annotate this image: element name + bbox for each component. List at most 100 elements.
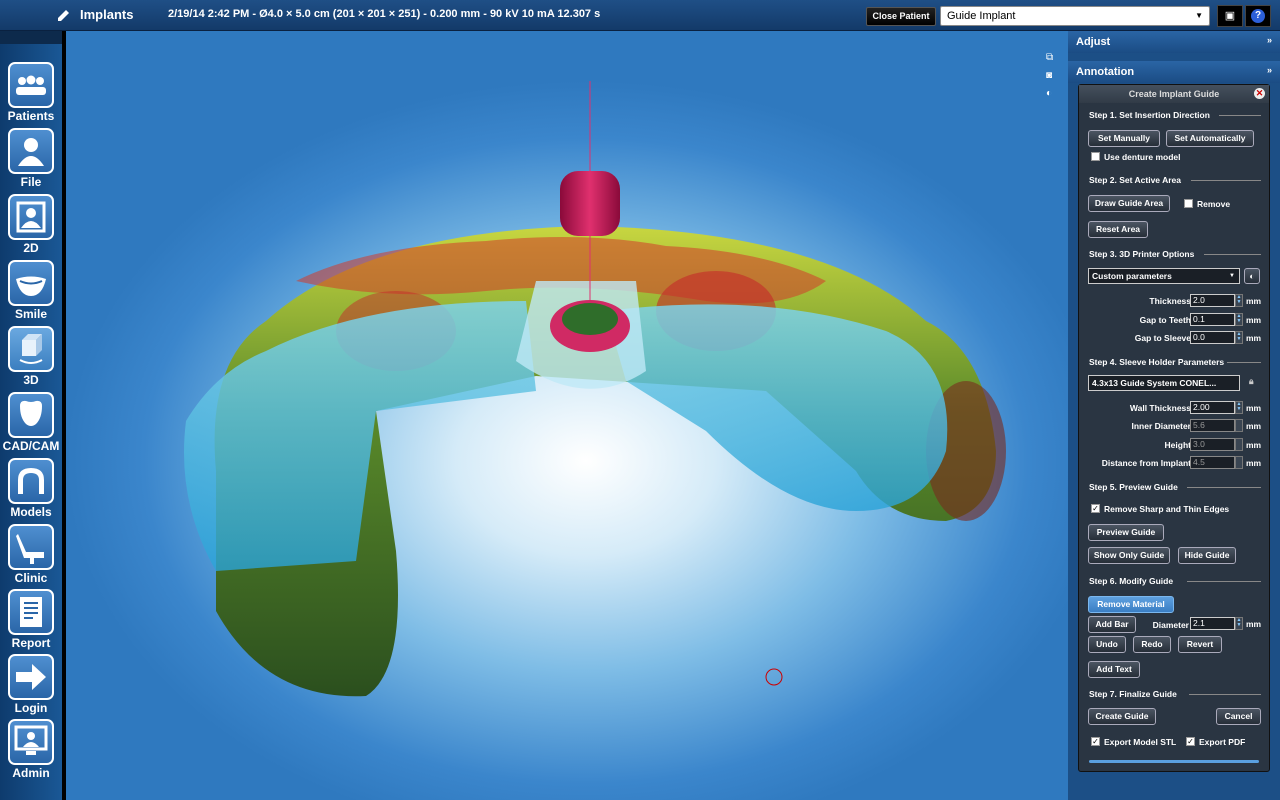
diameter-input[interactable]: 2.1 <box>1190 617 1235 630</box>
remove-area-checkbox[interactable] <box>1184 199 1193 208</box>
sidebar-item-clinic[interactable]: Clinic <box>0 524 62 588</box>
distance-stepper[interactable] <box>1235 456 1243 469</box>
sidebar-item-label: Patients <box>7 109 55 123</box>
printer-visibility-button[interactable]: ◐ <box>1244 268 1260 284</box>
add-text-button[interactable]: Add Text <box>1088 661 1140 678</box>
sidebar-item-label: CAD/CAM <box>2 439 60 453</box>
mode-select[interactable]: Guide Implant ▼ <box>940 6 1210 26</box>
thickness-input[interactable]: 2.0 <box>1190 294 1235 307</box>
add-bar-button[interactable]: Add Bar <box>1088 616 1136 633</box>
gap-teeth-input[interactable]: 0.1 <box>1190 313 1235 326</box>
close-icon[interactable]: ✕ <box>1254 88 1265 99</box>
use-denture-checkbox[interactable] <box>1091 152 1100 161</box>
preview-guide-button[interactable]: Preview Guide <box>1088 524 1164 541</box>
sidebar-item-file[interactable]: File <box>0 128 62 192</box>
adjust-header[interactable]: Adjust » <box>1068 31 1280 53</box>
sidebar-item-smile[interactable]: Smile <box>0 260 62 324</box>
cube-icon <box>8 326 54 372</box>
remove-material-button[interactable]: Remove Material <box>1088 596 1174 613</box>
inner-diameter-stepper[interactable] <box>1235 419 1243 432</box>
height-input[interactable]: 3.0 <box>1190 438 1235 451</box>
unit-label: mm <box>1246 403 1262 413</box>
divider <box>1227 362 1261 363</box>
gap-teeth-stepper[interactable]: ▲ ▼ <box>1235 313 1243 326</box>
sidebar-item-admin[interactable]: Admin <box>0 719 62 783</box>
set-manually-button[interactable]: Set Manually <box>1088 130 1160 147</box>
dental-model-render <box>184 81 1006 697</box>
create-implant-guide-dialog: Create Implant Guide ✕ Step 1. Set Inser… <box>1078 84 1270 772</box>
height-stepper[interactable] <box>1235 438 1243 451</box>
screenshot-button[interactable]: ▣ <box>1217 5 1243 27</box>
close-patient-button[interactable]: Close Patient <box>866 7 936 26</box>
sidebar-item-label: Clinic <box>14 571 48 585</box>
remove-label: Remove <box>1197 199 1231 209</box>
visibility-icon[interactable]: ◐ <box>1046 88 1060 100</box>
wall-thickness-input[interactable]: 2.00 <box>1190 401 1235 414</box>
export-stl-label: Export Model STL <box>1104 737 1177 747</box>
mode-select-value: Guide Implant <box>947 10 1016 22</box>
divider <box>1219 115 1261 116</box>
diameter-label: Diameter <box>1152 620 1189 630</box>
cursor-target <box>765 668 783 686</box>
sidebar-item-report[interactable]: Report <box>0 589 62 653</box>
gap-sleeve-input[interactable]: 0.0 <box>1190 331 1235 344</box>
step6-title: Step 6. Modify Guide <box>1089 576 1174 586</box>
unit-label: mm <box>1246 421 1262 431</box>
sidebar-item-label: Report <box>11 636 51 650</box>
person-icon <box>8 128 54 174</box>
step3-title: Step 3. 3D Printer Options <box>1089 249 1195 259</box>
undo-button[interactable]: Undo <box>1088 636 1126 653</box>
annotation-header[interactable]: Annotation » <box>1068 61 1280 83</box>
show-only-guide-button[interactable]: Show Only Guide <box>1088 547 1170 564</box>
sleeve-system-select[interactable]: 4.3x13 Guide System CONEL... <box>1088 375 1240 391</box>
use-denture-label: Use denture model <box>1104 152 1181 162</box>
draw-guide-area-button[interactable]: Draw Guide Area <box>1088 195 1170 212</box>
sidebar-item-cadcam[interactable]: CAD/CAM <box>0 392 62 456</box>
unit-label: mm <box>1246 619 1262 629</box>
thickness-label: Thickness <box>1149 296 1191 306</box>
pencil-icon <box>58 10 69 21</box>
sidebar-item-3d[interactable]: 3D <box>0 326 62 390</box>
height-label: Height <box>1164 440 1191 450</box>
step2-title: Step 2. Set Active Area <box>1089 175 1181 185</box>
dialog-title: Create Implant Guide <box>1079 85 1269 103</box>
cancel-button[interactable]: Cancel <box>1216 708 1261 725</box>
unit-label: mm <box>1246 333 1262 343</box>
app-title: Implants <box>80 7 134 22</box>
reset-area-button[interactable]: Reset Area <box>1088 221 1148 238</box>
tooth-icon <box>8 392 54 438</box>
restore-icon[interactable]: ⧉ <box>1046 52 1060 64</box>
printer-preset-select[interactable]: Custom parameters ▼ <box>1088 268 1240 284</box>
3d-viewport[interactable] <box>66 31 1068 800</box>
divider <box>1191 180 1261 181</box>
export-stl-checkbox[interactable]: ✓ <box>1091 737 1100 746</box>
revert-button[interactable]: Revert <box>1178 636 1222 653</box>
remove-sharp-checkbox[interactable]: ✓ <box>1091 504 1100 513</box>
thickness-stepper[interactable]: ▲ ▼ <box>1235 294 1243 307</box>
help-button[interactable]: ? <box>1245 5 1271 27</box>
sidebar-item-models[interactable]: Models <box>0 458 62 522</box>
sidebar-item-label: Models <box>10 505 52 519</box>
distance-input[interactable]: 4.5 <box>1190 456 1235 469</box>
diameter-stepper[interactable]: ▲ ▼ <box>1235 617 1243 630</box>
implant <box>560 171 620 236</box>
redo-button[interactable]: Redo <box>1133 636 1171 653</box>
lock-icon[interactable]: 🔒︎ <box>1249 376 1254 387</box>
sidebar: Patients File 2D Smile 3D CAD/CAM Models… <box>0 44 62 800</box>
export-pdf-checkbox[interactable]: ✓ <box>1186 737 1195 746</box>
gap-sleeve-label: Gap to Sleeve <box>1134 333 1191 343</box>
create-guide-button[interactable]: Create Guide <box>1088 708 1156 725</box>
sidebar-item-label: Admin <box>12 766 50 780</box>
set-automatically-button[interactable]: Set Automatically <box>1166 130 1254 147</box>
sidebar-item-patients[interactable]: Patients <box>0 62 62 126</box>
sidebar-item-label: 2D <box>23 241 39 255</box>
wall-thickness-stepper[interactable]: ▲ ▼ <box>1235 401 1243 414</box>
hide-guide-button[interactable]: Hide Guide <box>1178 547 1236 564</box>
gap-sleeve-stepper[interactable]: ▲ ▼ <box>1235 331 1243 344</box>
camera-icon[interactable]: ◙ <box>1046 70 1060 82</box>
sidebar-item-2d[interactable]: 2D <box>0 194 62 258</box>
inner-diameter-label: Inner Diameter <box>1131 421 1191 431</box>
sidebar-item-login[interactable]: Login <box>0 654 62 718</box>
step1-title: Step 1. Set Insertion Direction <box>1089 110 1210 120</box>
inner-diameter-input[interactable]: 5.6 <box>1190 419 1235 432</box>
